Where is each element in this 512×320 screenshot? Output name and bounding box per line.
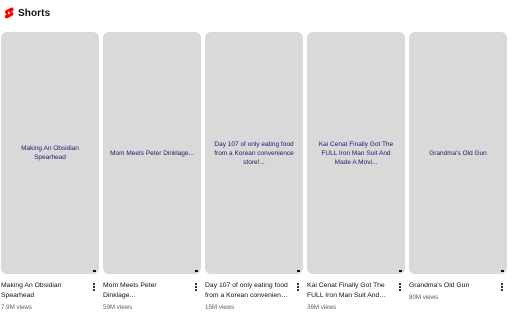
view-count: 80M views <box>409 294 439 301</box>
short-thumbnail[interactable]: Mom Meets Peter Dinklage... <box>103 32 201 274</box>
short-card[interactable]: Day 107 of only eating food from a Korea… <box>205 32 303 312</box>
shorts-grid: Making An Obsidian Spearhead Making An O… <box>0 32 512 320</box>
short-card[interactable]: Mom Meets Peter Dinklage... Mom Meets Pe… <box>103 32 201 312</box>
thumbnail-mark <box>195 270 198 272</box>
short-thumbnail[interactable]: Making An Obsidian Spearhead <box>1 32 99 274</box>
thumbnail-title: Grandma's Old Gun <box>429 149 487 157</box>
short-title[interactable]: Grandma's Old Gun <box>409 281 495 291</box>
short-card[interactable]: Kai Cenat Finally Got The FULL Iron Man … <box>307 32 405 312</box>
short-title[interactable]: Day 107 of only eating food from a Korea… <box>205 281 291 301</box>
short-meta: Day 107 of only eating food from a Korea… <box>205 281 303 312</box>
short-thumbnail[interactable]: Grandma's Old Gun <box>409 32 507 274</box>
thumbnail-mark <box>501 270 504 272</box>
short-meta: Making An Obsidian Spearhead 7.9M views <box>1 281 99 312</box>
short-title[interactable]: Kai Cenat Finally Got The FULL Iron Man … <box>307 281 393 301</box>
thumbnail-title: Kai Cenat Finally Got The FULL Iron Man … <box>318 140 394 166</box>
youtube-shorts-icon <box>4 7 14 19</box>
thumbnail-title: Making An Obsidian Spearhead <box>21 145 79 161</box>
shorts-page: Shorts Making An Obsidian Spearhead Maki… <box>0 0 512 320</box>
short-meta: Mom Meets Peter Dinklage... 59M views <box>103 281 201 312</box>
thumbnail-mark <box>399 270 402 272</box>
short-thumbnail[interactable]: Day 107 of only eating food from a Korea… <box>205 32 303 274</box>
short-card[interactable]: Making An Obsidian Spearhead Making An O… <box>1 32 99 312</box>
thumbnail-mark <box>297 270 300 272</box>
short-thumbnail[interactable]: Kai Cenat Finally Got The FULL Iron Man … <box>307 32 405 274</box>
short-card[interactable]: Grandma's Old Gun Grandma's Old Gun 80M … <box>409 32 507 302</box>
short-meta: Grandma's Old Gun 80M views <box>409 281 507 302</box>
view-count: 59M views <box>103 304 133 311</box>
section-title: Shorts <box>18 7 51 19</box>
short-meta: Kai Cenat Finally Got The FULL Iron Man … <box>307 281 405 312</box>
more-vertical-icon[interactable] <box>397 282 403 292</box>
more-vertical-icon[interactable] <box>91 282 97 292</box>
thumbnail-title: Mom Meets Peter Dinklage... <box>110 149 194 157</box>
view-count: 7.9M views <box>1 304 32 311</box>
thumbnail-title: Day 107 of only eating food from a Korea… <box>214 140 294 166</box>
more-vertical-icon[interactable] <box>295 282 301 292</box>
thumbnail-mark <box>93 270 96 272</box>
short-title[interactable]: Mom Meets Peter Dinklage... <box>103 281 189 301</box>
shorts-header: Shorts <box>4 6 50 20</box>
more-vertical-icon[interactable] <box>499 282 505 292</box>
more-vertical-icon[interactable] <box>193 282 199 292</box>
view-count: 15M views <box>205 304 235 311</box>
view-count: 36M views <box>307 304 337 311</box>
short-title[interactable]: Making An Obsidian Spearhead <box>1 281 87 301</box>
